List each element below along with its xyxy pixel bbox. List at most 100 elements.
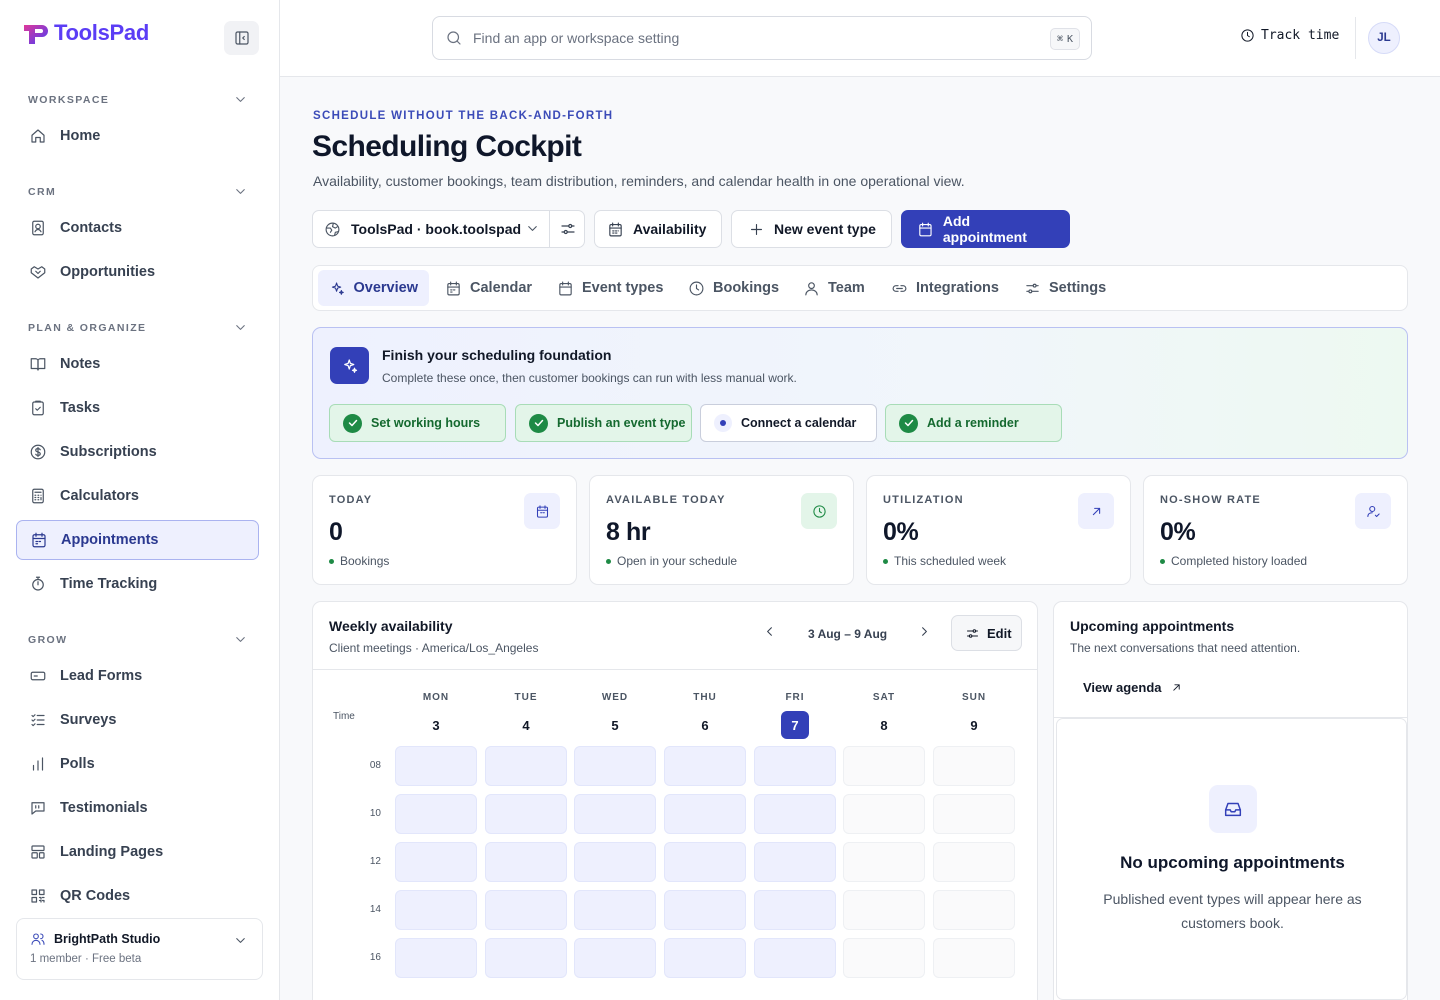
availability-slot[interactable] [574, 890, 656, 930]
availability-slot[interactable] [754, 746, 836, 786]
availability-slot[interactable] [754, 938, 836, 978]
availability-slot[interactable] [485, 842, 567, 882]
user-icon [805, 281, 818, 295]
unavailable-slot[interactable] [933, 794, 1015, 834]
day-number[interactable]: 9 [960, 711, 988, 739]
availability-slot[interactable] [395, 794, 477, 834]
sidebar-item-testimonials[interactable]: Testimonials [16, 788, 259, 828]
sidebar-item-surveys[interactable]: Surveys [16, 700, 259, 740]
unavailable-slot[interactable] [933, 746, 1015, 786]
sidebar-item-lead-forms[interactable]: Lead Forms [16, 656, 259, 696]
contact-card-icon [32, 220, 44, 236]
availability-slot[interactable] [664, 938, 746, 978]
availability-slot[interactable] [395, 746, 477, 786]
availability-slot[interactable] [574, 938, 656, 978]
chevron-right-icon[interactable] [917, 624, 932, 639]
availability-slot[interactable] [664, 890, 746, 930]
tab-calendar[interactable]: Calendar [434, 270, 543, 306]
section-grow[interactable]: GROW [28, 632, 248, 647]
workspace-select-button[interactable]: ToolsPad · book.toolspad [313, 211, 550, 247]
search-input[interactable] [473, 30, 1013, 46]
day-number[interactable]: 3 [422, 711, 450, 739]
availability-slot[interactable] [664, 842, 746, 882]
step-add-reminder[interactable]: Add a reminder [885, 404, 1062, 442]
availability-slot[interactable] [754, 890, 836, 930]
availability-slot[interactable] [485, 890, 567, 930]
scheduling-tabs: Overview Calendar Event types Bookings T… [312, 265, 1408, 311]
availability-slot[interactable] [664, 794, 746, 834]
new-event-type-button[interactable]: New event type [731, 210, 892, 248]
track-time-button[interactable]: Track time [1240, 28, 1339, 43]
availability-slot[interactable] [664, 746, 746, 786]
brand-logo[interactable]: ToolsPad [22, 20, 149, 46]
sidebar-item-subscriptions[interactable]: Subscriptions [16, 432, 259, 472]
hour-label: 14 [369, 904, 381, 915]
filter-settings-button[interactable] [549, 211, 585, 247]
step-set-working-hours[interactable]: Set working hours [329, 404, 506, 442]
step-connect-calendar[interactable]: Connect a calendar [700, 404, 877, 442]
today-date[interactable]: 7 [781, 711, 809, 739]
section-plan-organize[interactable]: PLAN & ORGANIZE [28, 320, 248, 335]
add-appointment-button[interactable]: Add appointment [901, 210, 1070, 248]
availability-slot[interactable] [485, 794, 567, 834]
unavailable-slot[interactable] [843, 938, 925, 978]
day-number[interactable]: 6 [691, 711, 719, 739]
collapse-sidebar-button[interactable] [224, 21, 259, 55]
unavailable-slot[interactable] [843, 794, 925, 834]
unavailable-slot[interactable] [933, 890, 1015, 930]
sidebar-item-contacts[interactable]: Contacts [16, 208, 259, 248]
sliders-icon [1026, 283, 1039, 293]
availability-slot[interactable] [395, 842, 477, 882]
availability-slot[interactable] [574, 746, 656, 786]
sparkles-icon [330, 347, 369, 384]
availability-slot[interactable] [574, 794, 656, 834]
user-avatar[interactable]: JL [1368, 22, 1400, 54]
unavailable-slot[interactable] [933, 842, 1015, 882]
view-agenda-link[interactable]: View agenda [1083, 680, 1183, 695]
availability-slot[interactable] [395, 938, 477, 978]
sidebar-item-home[interactable]: Home [16, 116, 259, 156]
tab-team[interactable]: Team [792, 270, 876, 306]
availability-button[interactable]: Availability [594, 210, 722, 248]
sidebar-item-calculators[interactable]: Calculators [16, 476, 259, 516]
unavailable-slot[interactable] [933, 938, 1015, 978]
global-search[interactable]: ⌘ K [432, 16, 1092, 60]
hour-label: 10 [369, 808, 381, 819]
chevron-left-icon[interactable] [762, 624, 777, 639]
sidebar-item-notes[interactable]: Notes [16, 344, 259, 384]
tab-bookings[interactable]: Bookings [677, 270, 790, 306]
day-number[interactable]: 8 [870, 711, 898, 739]
availability-slot[interactable] [754, 794, 836, 834]
sidebar-item-appointments[interactable]: Appointments [16, 520, 259, 560]
availability-slot[interactable] [395, 890, 477, 930]
unavailable-slot[interactable] [843, 890, 925, 930]
sidebar-item-time-tracking[interactable]: Time Tracking [16, 564, 259, 604]
unavailable-slot[interactable] [843, 746, 925, 786]
users-icon [31, 933, 45, 945]
stat-value: 0 [329, 518, 343, 546]
edit-availability-button[interactable]: Edit [951, 615, 1022, 651]
step-publish-event-type[interactable]: Publish an event type [515, 404, 692, 442]
tab-event-types[interactable]: Event types [546, 270, 674, 306]
unavailable-slot[interactable] [843, 842, 925, 882]
tab-overview[interactable]: Overview [318, 270, 429, 306]
sidebar-item-tasks[interactable]: Tasks [16, 388, 259, 428]
availability-slot[interactable] [485, 746, 567, 786]
workspace-switcher[interactable]: BrightPath Studio 1 member · Free beta [16, 918, 263, 980]
availability-slot[interactable] [574, 842, 656, 882]
section-workspace[interactable]: WORKSPACE [28, 92, 248, 107]
sidebar-item-opportunities[interactable]: Opportunities [16, 252, 259, 292]
availability-slot[interactable] [485, 938, 567, 978]
tab-integrations[interactable]: Integrations [880, 270, 1010, 306]
day-number[interactable]: 4 [512, 711, 540, 739]
section-crm[interactable]: CRM [28, 184, 248, 199]
shortcut-key: K [1066, 33, 1073, 45]
step-label: Add a reminder [927, 416, 1019, 430]
sidebar-item-polls[interactable]: Polls [16, 744, 259, 784]
tab-settings[interactable]: Settings [1013, 270, 1117, 306]
stat-note-text: This scheduled week [894, 554, 1007, 568]
sidebar-item-landing-pages[interactable]: Landing Pages [16, 832, 259, 872]
sidebar-item-qr-codes[interactable]: QR Codes [16, 876, 259, 916]
availability-slot[interactable] [754, 842, 836, 882]
day-number[interactable]: 5 [601, 711, 629, 739]
